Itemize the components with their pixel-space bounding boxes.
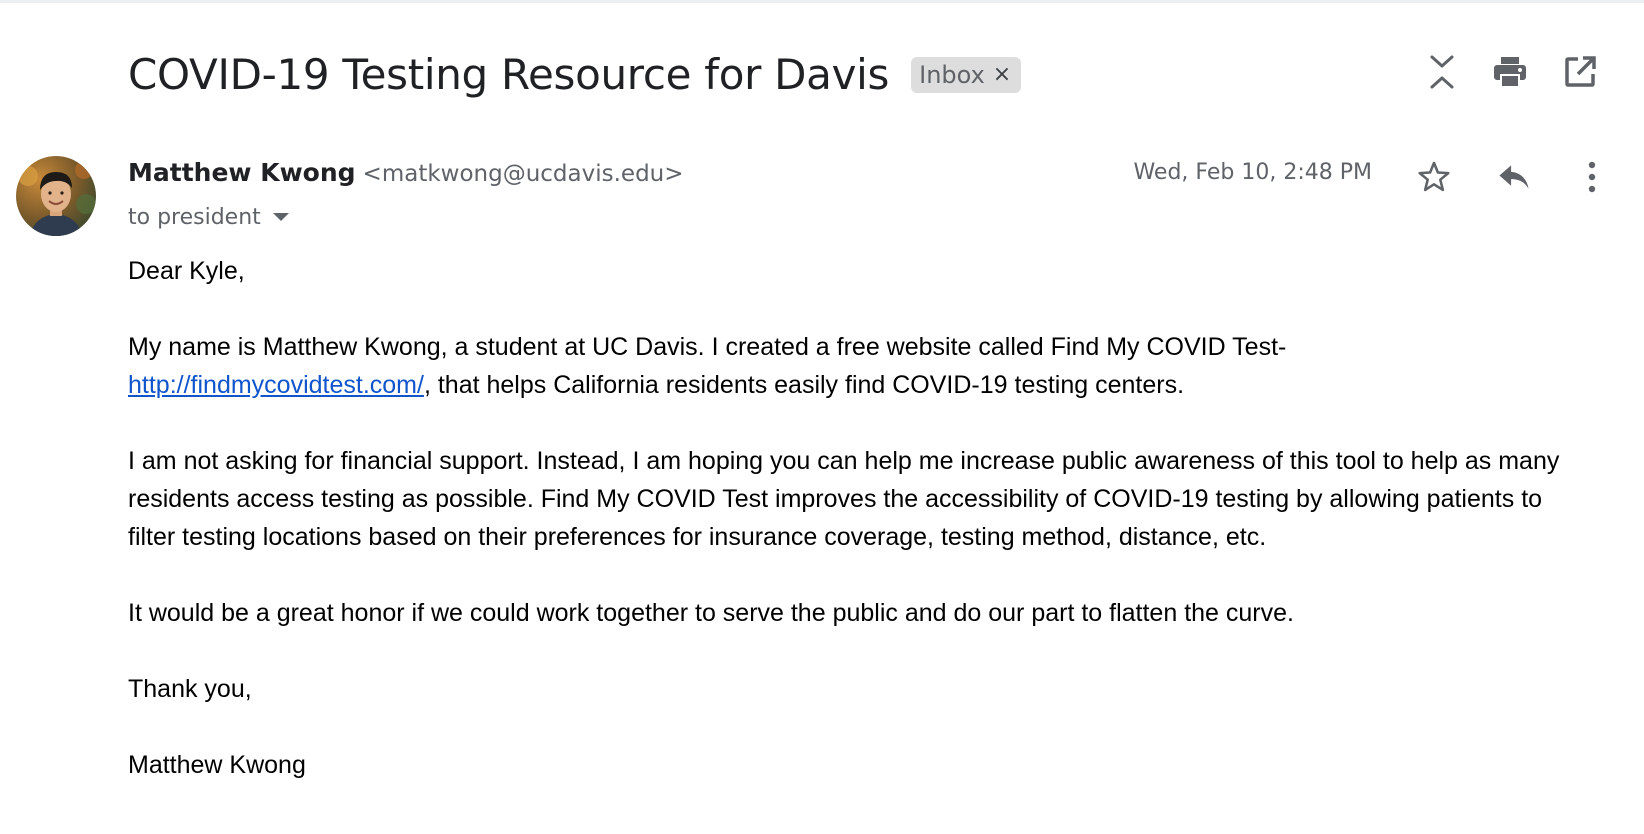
thread-toolbar — [1420, 50, 1620, 94]
print-icon[interactable] — [1488, 50, 1532, 94]
top-divider — [0, 0, 1644, 3]
closing: Thank you, — [128, 675, 252, 703]
website-link[interactable]: http://findmycovidtest.com/ — [128, 371, 424, 399]
body-paragraph-1: My name is Matthew Kwong, a student at U… — [128, 328, 1568, 404]
expand-collapse-icon[interactable] — [1420, 50, 1464, 94]
to-recipient-text: to president — [128, 204, 261, 230]
remove-label-icon[interactable]: × — [993, 64, 1011, 86]
sender-email: <matkwong@ucdavis.edu> — [362, 161, 684, 187]
paragraph-1-text-start: My name is Matthew Kwong, a student at U… — [128, 333, 1287, 361]
recipient-details-toggle[interactable]: to president — [128, 202, 289, 232]
paragraph-1-text-end: , that helps California residents easily… — [423, 371, 1185, 399]
reply-icon[interactable] — [1492, 155, 1536, 199]
body-paragraph-3: It would be a great honor if we could wo… — [128, 599, 1294, 627]
more-options-icon[interactable] — [1570, 155, 1614, 199]
chevron-down-icon[interactable] — [272, 213, 289, 221]
message-body: Dear Kyle, My name is Matthew Kwong, a s… — [128, 252, 1568, 822]
inbox-label-chip[interactable]: Inbox × — [911, 57, 1022, 93]
star-icon[interactable] — [1412, 155, 1456, 199]
body-paragraph-2: I am not asking for financial support. I… — [128, 447, 1560, 551]
greeting: Dear Kyle, — [128, 257, 245, 285]
email-subject: COVID-19 Testing Resource for Davis — [128, 49, 890, 99]
sender-line: Matthew Kwong <matkwong@ucdavis.edu> — [128, 158, 684, 194]
subject-row: COVID-19 Testing Resource for Davis Inbo… — [128, 44, 1022, 104]
sender-avatar[interactable] — [16, 156, 96, 236]
message-date: Wed, Feb 10, 2:48 PM — [1133, 160, 1372, 185]
label-chip-text: Inbox — [919, 61, 985, 89]
sender-name[interactable]: Matthew Kwong — [128, 158, 356, 187]
signature: Matthew Kwong — [128, 751, 306, 779]
open-in-new-window-icon[interactable] — [1558, 50, 1602, 94]
